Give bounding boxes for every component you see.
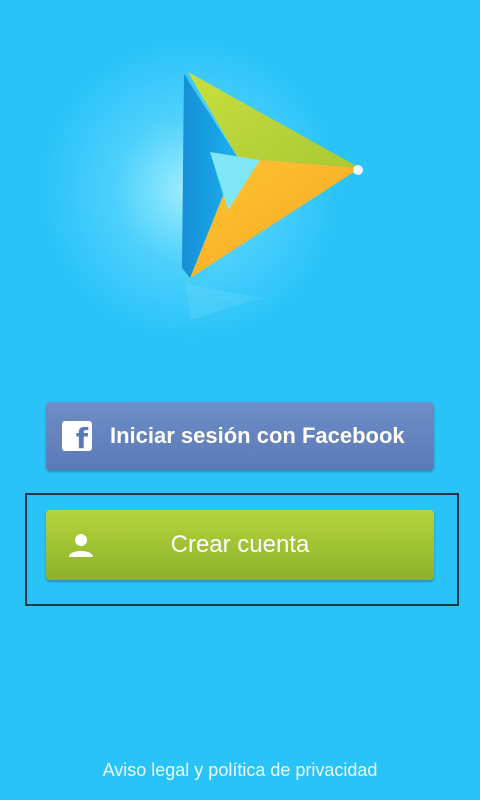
facebook-login-label: Iniciar sesión con Facebook bbox=[110, 423, 405, 448]
facebook-f-glyph: f bbox=[75, 422, 88, 455]
facebook-icon: f bbox=[62, 421, 92, 455]
app-logo bbox=[150, 60, 380, 340]
legal-privacy-link[interactable]: Aviso legal y política de privacidad bbox=[0, 760, 480, 781]
create-account-label: Crear cuenta bbox=[170, 531, 310, 558]
create-account-button[interactable]: Crear cuenta bbox=[46, 510, 434, 580]
play-triangle-logo-icon bbox=[182, 72, 363, 320]
person-icon bbox=[68, 532, 94, 558]
facebook-login-button[interactable]: f Iniciar sesión con Facebook bbox=[46, 402, 434, 470]
